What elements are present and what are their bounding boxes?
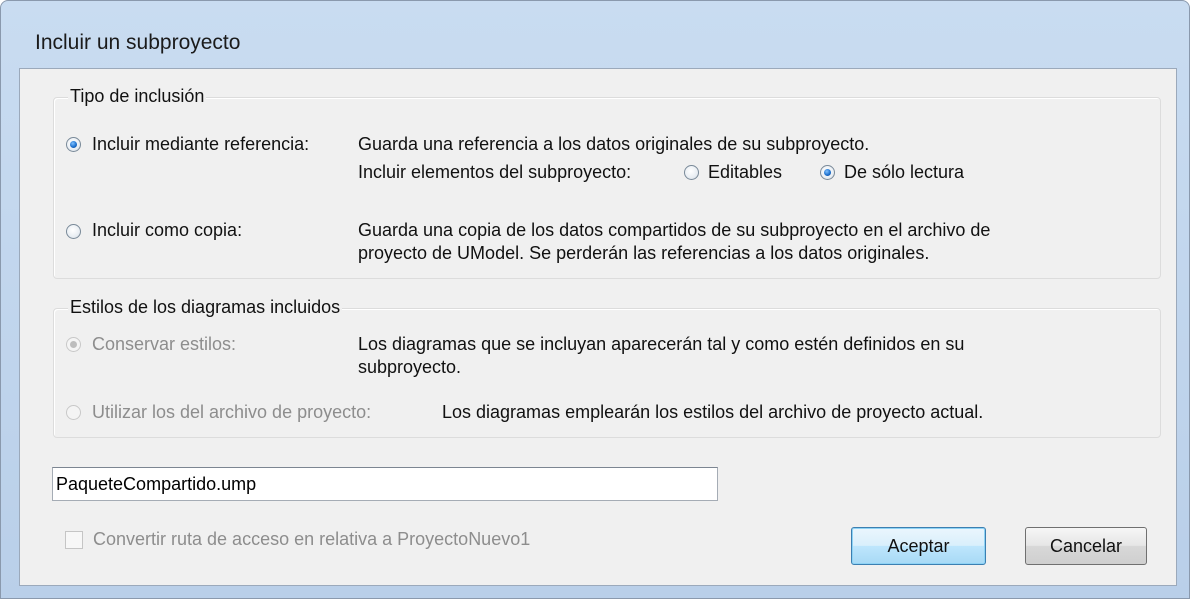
by-reference-description: Guarda una referencia a los datos origin…: [358, 134, 870, 154]
cancel-button[interactable]: Cancelar: [1025, 527, 1147, 565]
include-elements-label: Incluir elementos del subproyecto:: [358, 162, 632, 182]
readonly-label[interactable]: De sólo lectura: [844, 161, 964, 183]
use-project-styles-description: Los diagramas emplearán los estilos del …: [442, 402, 984, 422]
keep-styles-label[interactable]: Conservar estilos:: [92, 333, 236, 355]
dialog-title: Incluir un subproyecto: [35, 31, 241, 54]
ok-button[interactable]: Aceptar: [851, 527, 986, 565]
keep-styles-description-line1: Los diagramas que se incluyan aparecerán…: [358, 334, 965, 354]
diagram-styles-group-label: Estilos de los diagramas incluidos: [68, 297, 343, 318]
dialog-client-area: Tipo de inclusión Incluir mediante refer…: [19, 68, 1177, 586]
use-project-styles-radio[interactable]: [66, 405, 81, 420]
keep-styles-radio[interactable]: [66, 337, 81, 352]
subproject-file-input[interactable]: [52, 467, 718, 501]
by-reference-radio[interactable]: [66, 137, 81, 152]
relative-path-checkbox[interactable]: [65, 531, 83, 549]
editable-radio[interactable]: [684, 165, 699, 180]
as-copy-description-line1: Guarda una copia de los datos compartido…: [358, 220, 991, 240]
as-copy-description-line2: proyecto de UModel. Se perderán las refe…: [358, 243, 930, 263]
inclusion-type-group-label: Tipo de inclusión: [68, 86, 207, 107]
editable-label[interactable]: Editables: [708, 161, 782, 183]
keep-styles-description-line2: subproyecto.: [358, 357, 462, 377]
by-reference-label[interactable]: Incluir mediante referencia:: [92, 133, 309, 155]
dialog-window: Incluir un subproyecto Tipo de inclusión…: [0, 0, 1190, 599]
use-project-styles-label[interactable]: Utilizar los del archivo de proyecto:: [92, 401, 371, 423]
readonly-radio[interactable]: [820, 165, 835, 180]
as-copy-radio[interactable]: [66, 224, 81, 239]
as-copy-label[interactable]: Incluir como copia:: [92, 219, 242, 241]
relative-path-label[interactable]: Convertir ruta de acceso en relativa a P…: [93, 528, 530, 550]
